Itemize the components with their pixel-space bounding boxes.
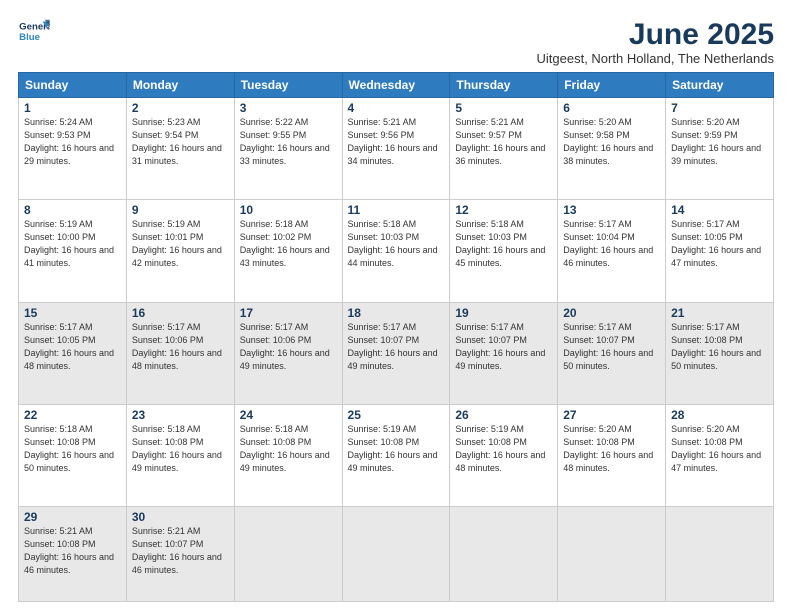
table-row: 1 Sunrise: 5:24 AMSunset: 9:53 PMDayligh… bbox=[19, 98, 127, 200]
table-row: 24 Sunrise: 5:18 AMSunset: 10:08 PMDayli… bbox=[234, 404, 342, 506]
table-row: 2 Sunrise: 5:23 AMSunset: 9:54 PMDayligh… bbox=[126, 98, 234, 200]
col-tuesday: Tuesday bbox=[234, 73, 342, 98]
col-thursday: Thursday bbox=[450, 73, 558, 98]
location-subtitle: Uitgeest, North Holland, The Netherlands bbox=[537, 51, 775, 66]
title-block: June 2025 Uitgeest, North Holland, The N… bbox=[537, 18, 775, 66]
empty-cell bbox=[558, 507, 666, 602]
table-row: 25 Sunrise: 5:19 AMSunset: 10:08 PMDayli… bbox=[342, 404, 450, 506]
logo-icon: General Blue bbox=[18, 18, 50, 46]
table-row: 28 Sunrise: 5:20 AMSunset: 10:08 PMDayli… bbox=[666, 404, 774, 506]
col-wednesday: Wednesday bbox=[342, 73, 450, 98]
table-row: 14 Sunrise: 5:17 AMSunset: 10:05 PMDayli… bbox=[666, 200, 774, 302]
table-row: 27 Sunrise: 5:20 AMSunset: 10:08 PMDayli… bbox=[558, 404, 666, 506]
header: General Blue June 2025 Uitgeest, North H… bbox=[18, 18, 774, 66]
logo: General Blue bbox=[18, 18, 50, 46]
table-row: 15 Sunrise: 5:17 AMSunset: 10:05 PMDayli… bbox=[19, 302, 127, 404]
table-row: 13 Sunrise: 5:17 AMSunset: 10:04 PMDayli… bbox=[558, 200, 666, 302]
calendar-week: 8 Sunrise: 5:19 AMSunset: 10:00 PMDaylig… bbox=[19, 200, 774, 302]
calendar-week: 1 Sunrise: 5:24 AMSunset: 9:53 PMDayligh… bbox=[19, 98, 774, 200]
page: General Blue June 2025 Uitgeest, North H… bbox=[0, 0, 792, 612]
empty-cell bbox=[450, 507, 558, 602]
table-row: 26 Sunrise: 5:19 AMSunset: 10:08 PMDayli… bbox=[450, 404, 558, 506]
empty-cell bbox=[342, 507, 450, 602]
month-title: June 2025 bbox=[537, 18, 775, 51]
table-row: 7 Sunrise: 5:20 AMSunset: 9:59 PMDayligh… bbox=[666, 98, 774, 200]
table-row: 9 Sunrise: 5:19 AMSunset: 10:01 PMDaylig… bbox=[126, 200, 234, 302]
table-row: 4 Sunrise: 5:21 AMSunset: 9:56 PMDayligh… bbox=[342, 98, 450, 200]
table-row: 22 Sunrise: 5:18 AMSunset: 10:08 PMDayli… bbox=[19, 404, 127, 506]
table-row: 18 Sunrise: 5:17 AMSunset: 10:07 PMDayli… bbox=[342, 302, 450, 404]
table-row: 11 Sunrise: 5:18 AMSunset: 10:03 PMDayli… bbox=[342, 200, 450, 302]
table-row: 10 Sunrise: 5:18 AMSunset: 10:02 PMDayli… bbox=[234, 200, 342, 302]
table-row: 12 Sunrise: 5:18 AMSunset: 10:03 PMDayli… bbox=[450, 200, 558, 302]
table-row: 16 Sunrise: 5:17 AMSunset: 10:06 PMDayli… bbox=[126, 302, 234, 404]
calendar-week: 29 Sunrise: 5:21 AMSunset: 10:08 PMDayli… bbox=[19, 507, 774, 602]
table-row: 5 Sunrise: 5:21 AMSunset: 9:57 PMDayligh… bbox=[450, 98, 558, 200]
table-row: 20 Sunrise: 5:17 AMSunset: 10:07 PMDayli… bbox=[558, 302, 666, 404]
table-row: 17 Sunrise: 5:17 AMSunset: 10:06 PMDayli… bbox=[234, 302, 342, 404]
calendar-week: 22 Sunrise: 5:18 AMSunset: 10:08 PMDayli… bbox=[19, 404, 774, 506]
col-friday: Friday bbox=[558, 73, 666, 98]
col-monday: Monday bbox=[126, 73, 234, 98]
table-row: 19 Sunrise: 5:17 AMSunset: 10:07 PMDayli… bbox=[450, 302, 558, 404]
col-sunday: Sunday bbox=[19, 73, 127, 98]
table-row: 8 Sunrise: 5:19 AMSunset: 10:00 PMDaylig… bbox=[19, 200, 127, 302]
calendar-week: 15 Sunrise: 5:17 AMSunset: 10:05 PMDayli… bbox=[19, 302, 774, 404]
table-row: 6 Sunrise: 5:20 AMSunset: 9:58 PMDayligh… bbox=[558, 98, 666, 200]
col-saturday: Saturday bbox=[666, 73, 774, 98]
table-row: 23 Sunrise: 5:18 AMSunset: 10:08 PMDayli… bbox=[126, 404, 234, 506]
header-row: Sunday Monday Tuesday Wednesday Thursday… bbox=[19, 73, 774, 98]
calendar-table: Sunday Monday Tuesday Wednesday Thursday… bbox=[18, 72, 774, 602]
table-row: 3 Sunrise: 5:22 AMSunset: 9:55 PMDayligh… bbox=[234, 98, 342, 200]
empty-cell bbox=[234, 507, 342, 602]
empty-cell bbox=[666, 507, 774, 602]
table-row: 29 Sunrise: 5:21 AMSunset: 10:08 PMDayli… bbox=[19, 507, 127, 602]
table-row: 21 Sunrise: 5:17 AMSunset: 10:08 PMDayli… bbox=[666, 302, 774, 404]
table-row: 30 Sunrise: 5:21 AMSunset: 10:07 PMDayli… bbox=[126, 507, 234, 602]
svg-text:Blue: Blue bbox=[19, 32, 40, 43]
